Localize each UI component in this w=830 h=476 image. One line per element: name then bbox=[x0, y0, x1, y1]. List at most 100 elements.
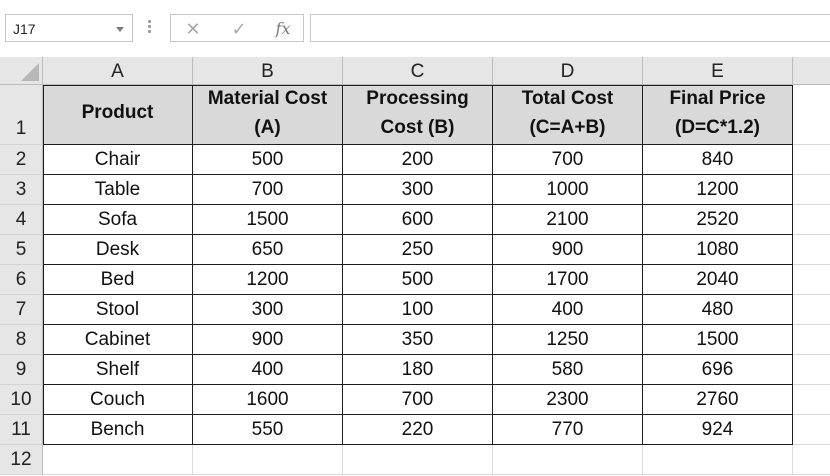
cell-a8[interactable]: Cabinet bbox=[43, 325, 193, 355]
cell-c8[interactable]: 350 bbox=[343, 325, 493, 355]
cell-a7[interactable]: Stool bbox=[43, 295, 193, 325]
cell-b12[interactable] bbox=[193, 445, 343, 475]
column-header-a[interactable]: A bbox=[43, 57, 193, 85]
cell-c3[interactable]: 300 bbox=[343, 175, 493, 205]
row-header-7[interactable]: 7 bbox=[0, 295, 43, 325]
cell-f12[interactable] bbox=[793, 445, 830, 475]
cell-c9[interactable]: 180 bbox=[343, 355, 493, 385]
cell-e6[interactable]: 2040 bbox=[643, 265, 793, 295]
cell-e9[interactable]: 696 bbox=[643, 355, 793, 385]
cell-e7[interactable]: 480 bbox=[643, 295, 793, 325]
cell-d10[interactable]: 2300 bbox=[493, 385, 643, 415]
insert-function-icon[interactable]: fx bbox=[271, 18, 295, 40]
cell-f3[interactable] bbox=[793, 175, 830, 205]
vertical-dots-icon[interactable] bbox=[146, 18, 152, 38]
cell-d3[interactable]: 1000 bbox=[493, 175, 643, 205]
cell-b7[interactable]: 300 bbox=[193, 295, 343, 325]
cell-e8[interactable]: 1500 bbox=[643, 325, 793, 355]
cell-e2[interactable]: 840 bbox=[643, 145, 793, 175]
cell-f2[interactable] bbox=[793, 145, 830, 175]
row-header-4[interactable]: 4 bbox=[0, 205, 43, 235]
row-header-3[interactable]: 3 bbox=[0, 175, 43, 205]
cell-a12[interactable] bbox=[43, 445, 193, 475]
cell-e4[interactable]: 2520 bbox=[643, 205, 793, 235]
row-header-6[interactable]: 6 bbox=[0, 265, 43, 295]
row-header-5[interactable]: 5 bbox=[0, 235, 43, 265]
cell-b8[interactable]: 900 bbox=[193, 325, 343, 355]
cell-e5[interactable]: 1080 bbox=[643, 235, 793, 265]
cell-c12[interactable] bbox=[343, 445, 493, 475]
cell-c5[interactable]: 250 bbox=[343, 235, 493, 265]
cell-f9[interactable] bbox=[793, 355, 830, 385]
cell-a6[interactable]: Bed bbox=[43, 265, 193, 295]
cell-a3[interactable]: Table bbox=[43, 175, 193, 205]
cell-a5[interactable]: Desk bbox=[43, 235, 193, 265]
cell-b11[interactable]: 550 bbox=[193, 415, 343, 445]
cell-c7[interactable]: 100 bbox=[343, 295, 493, 325]
cell-b6[interactable]: 1200 bbox=[193, 265, 343, 295]
cell-b10[interactable]: 1600 bbox=[193, 385, 343, 415]
cell-e12[interactable] bbox=[643, 445, 793, 475]
cell-a4[interactable]: Sofa bbox=[43, 205, 193, 235]
header-cell-a[interactable]: Product bbox=[43, 85, 193, 145]
cell-d12[interactable] bbox=[493, 445, 643, 475]
cell-f11[interactable] bbox=[793, 415, 830, 445]
formula-input[interactable] bbox=[310, 14, 830, 42]
header-cell-b[interactable]: Material Cost (A) bbox=[193, 85, 343, 145]
row-header-1[interactable]: 1 bbox=[0, 85, 43, 145]
cell-e11[interactable]: 924 bbox=[643, 415, 793, 445]
cell-c4[interactable]: 600 bbox=[343, 205, 493, 235]
row-header-2[interactable]: 2 bbox=[0, 145, 43, 175]
cell-f5[interactable] bbox=[793, 235, 830, 265]
column-header-e[interactable]: E bbox=[643, 57, 793, 85]
cell-c6[interactable]: 500 bbox=[343, 265, 493, 295]
cell-f8[interactable] bbox=[793, 325, 830, 355]
cancel-icon[interactable]: ✕ bbox=[181, 18, 205, 40]
cell-f4[interactable] bbox=[793, 205, 830, 235]
header-cell-c[interactable]: Processing Cost (B) bbox=[343, 85, 493, 145]
cell-f10[interactable] bbox=[793, 385, 830, 415]
cell-b5[interactable]: 650 bbox=[193, 235, 343, 265]
enter-icon[interactable]: ✓ bbox=[227, 18, 251, 40]
cell-f1[interactable] bbox=[793, 85, 830, 145]
name-box[interactable]: J17 bbox=[5, 14, 133, 42]
cell-a11[interactable]: Bench bbox=[43, 415, 193, 445]
row-header-12[interactable]: 12 bbox=[0, 445, 43, 475]
column-header-c[interactable]: C bbox=[343, 57, 493, 85]
cell-b2[interactable]: 500 bbox=[193, 145, 343, 175]
row-header-11[interactable]: 11 bbox=[0, 415, 43, 445]
cell-d6[interactable]: 1700 bbox=[493, 265, 643, 295]
cell-d7[interactable]: 400 bbox=[493, 295, 643, 325]
cell-c10[interactable]: 700 bbox=[343, 385, 493, 415]
header-cell-e[interactable]: Final Price (D=C*1.2) bbox=[643, 85, 793, 145]
chevron-down-icon[interactable] bbox=[116, 27, 124, 32]
cell-a10[interactable]: Couch bbox=[43, 385, 193, 415]
cell-a9[interactable]: Shelf bbox=[43, 355, 193, 385]
cell-e3[interactable]: 1200 bbox=[643, 175, 793, 205]
header-cell-d[interactable]: Total Cost (C=A+B) bbox=[493, 85, 643, 145]
select-all-button[interactable] bbox=[0, 57, 43, 85]
cell-c2[interactable]: 200 bbox=[343, 145, 493, 175]
cell-b4[interactable]: 1500 bbox=[193, 205, 343, 235]
cell-e10[interactable]: 2760 bbox=[643, 385, 793, 415]
cell-c11[interactable]: 220 bbox=[343, 415, 493, 445]
cell-b3[interactable]: 700 bbox=[193, 175, 343, 205]
cell-b9[interactable]: 400 bbox=[193, 355, 343, 385]
cell-f6[interactable] bbox=[793, 265, 830, 295]
column-header-d[interactable]: D bbox=[493, 57, 643, 85]
header-text-line1: Processing bbox=[366, 88, 469, 109]
row-header-8[interactable]: 8 bbox=[0, 325, 43, 355]
cell-f7[interactable] bbox=[793, 295, 830, 325]
cell-a2[interactable]: Chair bbox=[43, 145, 193, 175]
cell-d11[interactable]: 770 bbox=[493, 415, 643, 445]
column-header-b[interactable]: B bbox=[193, 57, 343, 85]
column-header-f[interactable] bbox=[793, 57, 830, 85]
header-text-line1: Material Cost bbox=[207, 88, 328, 109]
cell-d9[interactable]: 580 bbox=[493, 355, 643, 385]
row-header-10[interactable]: 10 bbox=[0, 385, 43, 415]
cell-d4[interactable]: 2100 bbox=[493, 205, 643, 235]
cell-d8[interactable]: 1250 bbox=[493, 325, 643, 355]
row-header-9[interactable]: 9 bbox=[0, 355, 43, 385]
cell-d5[interactable]: 900 bbox=[493, 235, 643, 265]
cell-d2[interactable]: 700 bbox=[493, 145, 643, 175]
